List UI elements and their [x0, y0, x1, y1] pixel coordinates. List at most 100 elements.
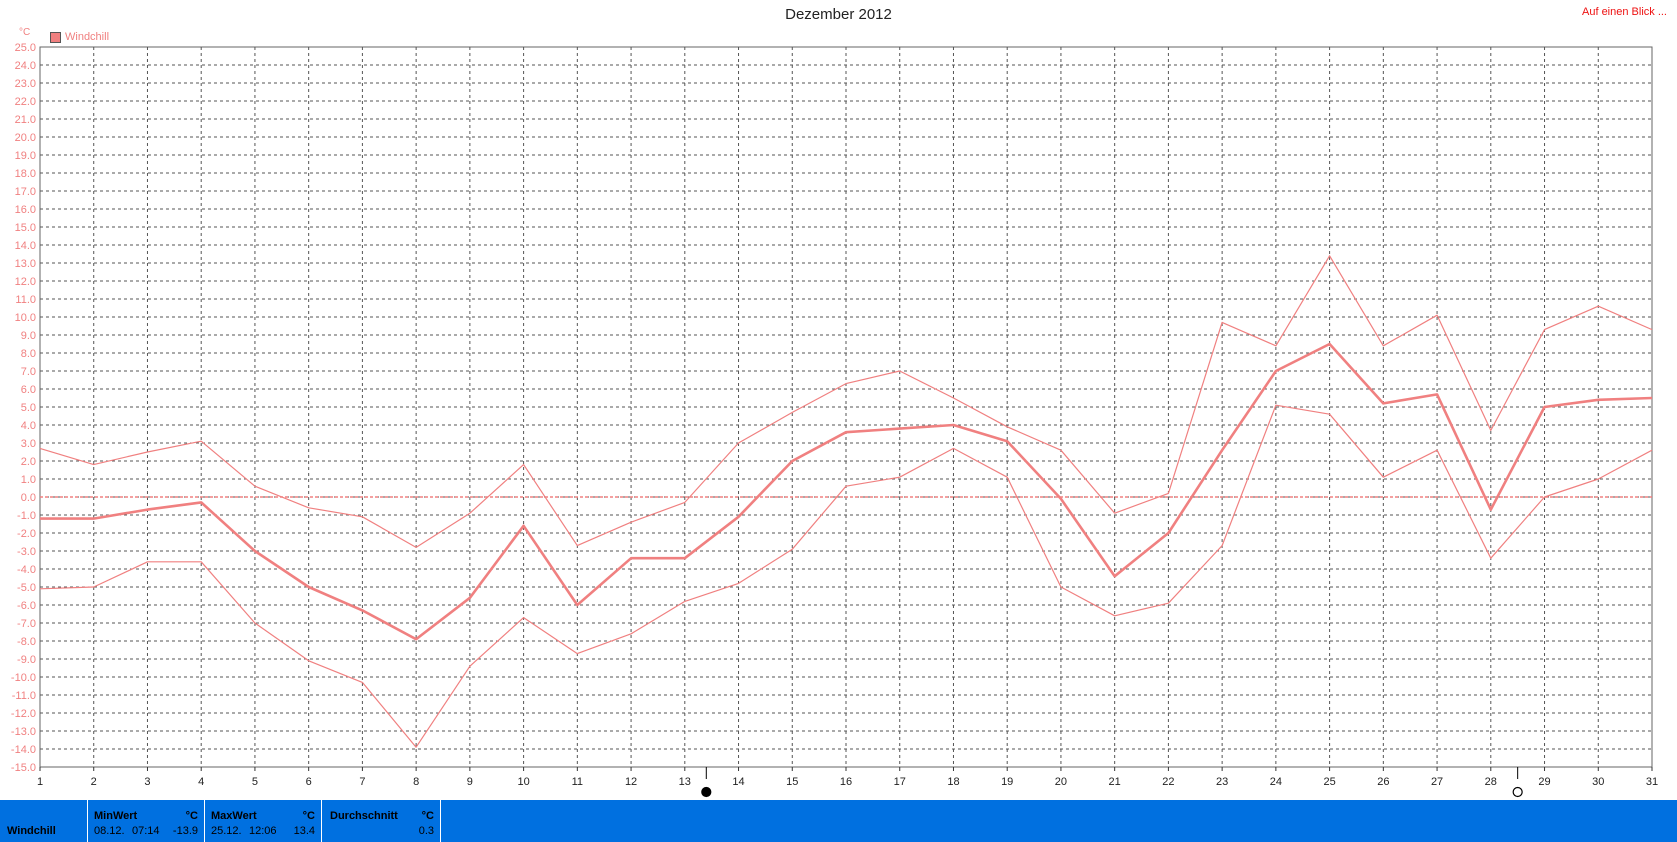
x-tick-label: 12: [625, 776, 637, 788]
y-tick-label: 23.0: [15, 78, 36, 90]
x-tick-label: 27: [1431, 776, 1443, 788]
avg-header: Durchschnitt: [330, 810, 398, 822]
y-tick-label: 6.0: [21, 384, 36, 396]
summary-row-label: Windchill: [7, 825, 56, 837]
x-tick-label: 16: [840, 776, 852, 788]
full-moon-icon: [1512, 786, 1523, 798]
max-value: 13.4: [293, 825, 315, 837]
avg-unit: °C: [421, 810, 434, 822]
x-tick-label: 5: [252, 776, 258, 788]
y-tick-label: -1.0: [17, 510, 36, 522]
x-tick-label: 13: [679, 776, 691, 788]
y-tick-label: -5.0: [17, 582, 36, 594]
y-tick-label: 20.0: [15, 132, 36, 144]
y-tick-label: 0.0: [21, 492, 36, 504]
y-tick-label: 2.0: [21, 456, 36, 468]
x-tick-label: 8: [413, 776, 419, 788]
y-tick-label: 25.0: [15, 42, 36, 54]
y-tick-label: 1.0: [21, 474, 36, 486]
y-tick-label: 3.0: [21, 438, 36, 450]
y-tick-label: 5.0: [21, 402, 36, 414]
min-time: 07:14: [132, 825, 160, 837]
y-tick-label: -14.0: [11, 744, 36, 756]
max-header: MaxWert: [211, 810, 257, 822]
min-date: 08.12.: [94, 825, 125, 837]
y-tick-label: -9.0: [17, 654, 36, 666]
x-tick-label: 2: [91, 776, 97, 788]
overview-link[interactable]: Auf einen Blick ...: [1582, 6, 1667, 18]
y-tick-label: -3.0: [17, 546, 36, 558]
x-tick-label: 26: [1377, 776, 1389, 788]
x-tick-label: 30: [1592, 776, 1604, 788]
summary-row-label-cell: Windchill: [0, 800, 88, 842]
x-tick-label: 18: [947, 776, 959, 788]
y-unit-label: °C: [19, 27, 31, 38]
y-tick-label: -15.0: [11, 762, 36, 774]
max-cell: MaxWert °C 25.12. 12:06 13.4: [205, 800, 322, 842]
y-tick-label: 24.0: [15, 60, 36, 72]
x-tick-label: 9: [467, 776, 473, 788]
y-tick-label: 10.0: [15, 312, 36, 324]
y-tick-label: -12.0: [11, 708, 36, 720]
x-tick-label: 1: [37, 776, 43, 788]
x-tick-label: 17: [894, 776, 906, 788]
y-tick-label: -10.0: [11, 672, 36, 684]
y-tick-label: -13.0: [11, 726, 36, 738]
min-cell: MinWert °C 08.12. 07:14 -13.9: [88, 800, 205, 842]
y-tick-label: 17.0: [15, 186, 36, 198]
x-tick-label: 24: [1270, 776, 1282, 788]
y-tick-label: 9.0: [21, 330, 36, 342]
y-tick-label: 11.0: [15, 294, 36, 306]
x-tick-label: 25: [1323, 776, 1335, 788]
min-unit: °C: [185, 810, 198, 822]
x-tick-label: 22: [1162, 776, 1174, 788]
x-tick-label: 23: [1216, 776, 1228, 788]
y-tick-label: 15.0: [15, 222, 36, 234]
x-tick-label: 19: [1001, 776, 1013, 788]
x-tick-label: 21: [1109, 776, 1121, 788]
x-tick-label: 11: [572, 776, 583, 788]
max-unit: °C: [302, 810, 315, 822]
avg-cell: Durchschnitt °C 0.3: [322, 800, 441, 842]
y-tick-label: -8.0: [17, 636, 36, 648]
y-tick-label: 13.0: [15, 258, 36, 270]
x-tick-label: 28: [1485, 776, 1497, 788]
y-tick-label: 16.0: [15, 204, 36, 216]
y-tick-label: 4.0: [21, 420, 36, 432]
x-tick-label: 20: [1055, 776, 1067, 788]
max-date: 25.12.: [211, 825, 242, 837]
legend-label: Windchill: [65, 31, 110, 43]
y-tick-label: 18.0: [15, 168, 36, 180]
min-header: MinWert: [94, 810, 138, 822]
legend[interactable]: Windchill: [50, 31, 109, 43]
y-tick-label: -11.0: [12, 690, 36, 702]
legend-swatch: [50, 31, 61, 43]
y-tick-label: 19.0: [15, 150, 36, 162]
x-tick-label: 29: [1538, 776, 1550, 788]
chart-area: 25.024.023.022.021.020.019.018.017.016.0…: [11, 42, 1658, 798]
min-value: -13.9: [172, 825, 198, 837]
x-tick-label: 14: [732, 776, 744, 788]
chart-title: Dezember 2012: [785, 6, 892, 23]
y-tick-label: -6.0: [17, 600, 36, 612]
x-tick-label: 7: [359, 776, 365, 788]
x-tick-label: 6: [306, 776, 312, 788]
x-tick-label: 31: [1646, 776, 1658, 788]
y-tick-label: -4.0: [17, 564, 36, 576]
y-tick-label: 8.0: [21, 348, 36, 360]
avg-value: 0.3: [418, 825, 434, 837]
x-tick-label: 3: [144, 776, 150, 788]
y-tick-label: 7.0: [21, 366, 36, 378]
y-tick-label: -7.0: [17, 618, 36, 630]
new-moon-icon: [701, 786, 712, 798]
x-tick-label: 4: [198, 776, 204, 788]
x-tick-label: 10: [517, 776, 529, 788]
x-tick-label: 15: [786, 776, 798, 788]
y-tick-label: 14.0: [15, 240, 36, 252]
summary-bar: Windchill MinWert °C 08.12. 07:14 -13.9 …: [0, 800, 1677, 842]
y-tick-label: 22.0: [15, 96, 36, 108]
y-tick-label: 21.0: [15, 114, 36, 126]
y-tick-label: 12.0: [15, 276, 36, 288]
max-time: 12:06: [249, 825, 277, 837]
y-tick-label: -2.0: [17, 528, 36, 540]
